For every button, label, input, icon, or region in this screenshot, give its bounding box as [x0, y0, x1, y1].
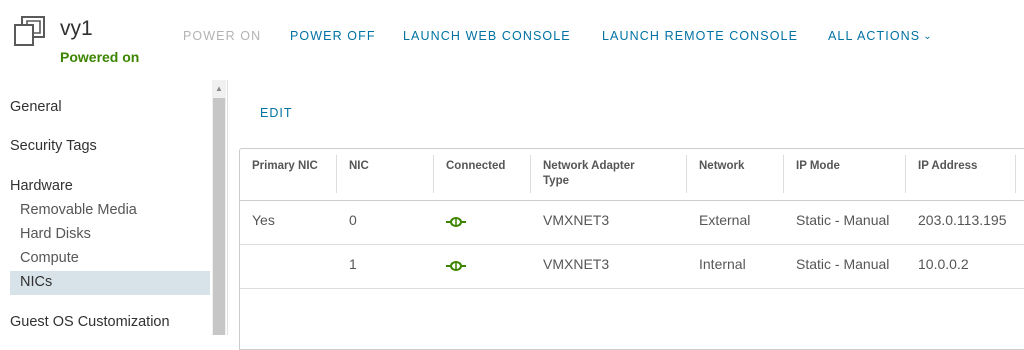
launch-web-console-button[interactable]: LAUNCH WEB CONSOLE: [403, 29, 571, 43]
column-header-connected[interactable]: Connected: [446, 159, 505, 174]
column-header-nic[interactable]: NIC: [349, 159, 369, 174]
all-actions-dropdown[interactable]: ALL ACTIONS ⌄: [828, 29, 933, 43]
table-row[interactable]: Yes 0 VMXNET3 External Static - Manual 2…: [240, 201, 1024, 245]
cell-network: External: [699, 212, 751, 228]
nics-panel: EDIT Primary NIC NIC Connected Network A…: [228, 80, 1024, 350]
nics-table: Primary NIC NIC Connected Network Adapte…: [239, 148, 1024, 350]
sidebar-item-hard-disks[interactable]: Hard Disks: [20, 226, 91, 242]
cell-nic: 0: [349, 212, 357, 228]
sidebar-item-guest-os-customization[interactable]: Guest OS Customization: [10, 314, 170, 330]
power-off-button[interactable]: POWER OFF: [290, 29, 376, 43]
edit-button[interactable]: EDIT: [260, 106, 292, 120]
scrollbar-thumb[interactable]: [213, 98, 225, 335]
cell-adapter-type: VMXNET3: [543, 212, 610, 228]
column-separator: [1015, 155, 1016, 193]
column-separator: [336, 155, 337, 193]
sidebar-scrollbar[interactable]: ▲: [212, 80, 226, 335]
vm-header: vy1 Powered on POWER ON POWER OFF LAUNCH…: [0, 0, 1024, 80]
cell-ip-address: 10.0.0.2: [918, 256, 969, 272]
cell-ip-mode: Static - Manual: [796, 256, 890, 272]
vm-name: vy1: [60, 17, 93, 40]
sidebar: General Security Tags Hardware Removable…: [0, 80, 212, 335]
column-separator: [433, 155, 434, 193]
sidebar-item-security-tags[interactable]: Security Tags: [10, 138, 97, 154]
cell-network: Internal: [699, 256, 746, 272]
cell-ip-mode: Static - Manual: [796, 212, 890, 228]
cell-ip-address: 203.0.113.195: [918, 212, 1007, 228]
scroll-up-arrow-icon[interactable]: ▲: [215, 84, 223, 93]
column-header-network-adapter-type[interactable]: Network Adapter Type: [543, 159, 663, 189]
cell-adapter-type: VMXNET3: [543, 256, 610, 272]
column-header-primary-nic[interactable]: Primary NIC: [252, 159, 318, 174]
column-header-ip-mode[interactable]: IP Mode: [796, 159, 840, 174]
cell-nic: 1: [349, 256, 357, 272]
sidebar-item-compute[interactable]: Compute: [20, 250, 79, 266]
sidebar-item-removable-media[interactable]: Removable Media: [20, 202, 137, 218]
column-separator: [783, 155, 784, 193]
launch-remote-console-button[interactable]: LAUNCH REMOTE CONSOLE: [602, 29, 798, 43]
chevron-down-icon: ⌄: [923, 31, 933, 42]
column-separator: [530, 155, 531, 193]
column-header-network[interactable]: Network: [699, 159, 744, 174]
sidebar-heading-hardware: Hardware: [10, 178, 73, 194]
connected-link-icon: [446, 261, 466, 271]
column-header-ip-address[interactable]: IP Address: [918, 159, 977, 174]
vm-icon: [14, 16, 45, 46]
connected-link-icon: [446, 217, 466, 227]
power-on-button: POWER ON: [183, 29, 262, 43]
sidebar-item-general[interactable]: General: [10, 99, 62, 115]
table-header: Primary NIC NIC Connected Network Adapte…: [240, 149, 1024, 201]
cell-primary-nic: Yes: [252, 212, 275, 228]
table-row[interactable]: 1 VMXNET3 Internal Static - Manual 10.0.…: [240, 245, 1024, 289]
all-actions-label: ALL ACTIONS: [828, 29, 921, 43]
column-separator: [905, 155, 906, 193]
sidebar-item-nics[interactable]: NICs: [20, 274, 52, 290]
column-separator: [686, 155, 687, 193]
vm-power-status: Powered on: [60, 49, 140, 65]
